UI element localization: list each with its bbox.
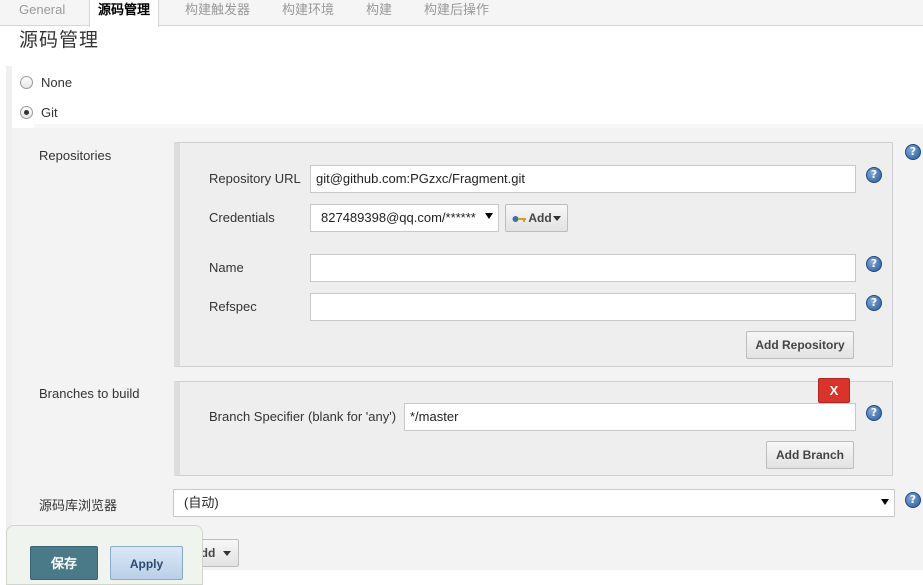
tab-general[interactable]: General (19, 0, 65, 26)
key-icon (512, 206, 527, 232)
refspec-input[interactable] (310, 293, 856, 321)
radio-git[interactable] (20, 105, 33, 119)
add-credentials-button[interactable]: Add (505, 204, 568, 232)
tab-build-environment[interactable]: 构建环境 (282, 0, 334, 26)
scm-option-git[interactable]: Git (20, 102, 58, 122)
help-icon[interactable]: ? (866, 295, 882, 311)
help-icon[interactable]: ? (866, 167, 882, 183)
repository-url-input[interactable]: git@github.com:PGzxc/Fragment.git (310, 165, 856, 193)
add-credentials-label: Add (528, 211, 552, 225)
help-icon[interactable]: ? (905, 492, 921, 508)
repositories-label: Repositories (39, 148, 112, 163)
radio-none[interactable] (20, 75, 33, 89)
apply-button[interactable]: Apply (110, 546, 183, 580)
repository-name-input[interactable] (310, 254, 856, 282)
name-label: Name (209, 260, 244, 275)
help-icon[interactable]: ? (866, 256, 882, 272)
config-tab-bar: General 源码管理 构建触发器 构建环境 构建 构建后操作 (0, 0, 923, 27)
credentials-select-value: 827489398@qq.com/****** (321, 210, 476, 225)
radio-git-label: Git (41, 104, 58, 120)
branch-specifier-input[interactable]: */master (404, 403, 856, 431)
radio-none-label: None (41, 74, 73, 90)
repository-browser-value: (自动) (184, 495, 219, 510)
help-icon[interactable]: ? (866, 405, 882, 421)
tab-post-build-actions[interactable]: 构建后操作 (424, 0, 489, 26)
add-branch-button[interactable]: Add Branch (766, 441, 854, 469)
repository-browser-label: 源码库浏览器 (39, 498, 118, 513)
tab-build[interactable]: 构建 (366, 0, 392, 26)
delete-branch-button[interactable]: X (818, 378, 850, 403)
caret-down-icon (223, 551, 232, 557)
repository-url-label: Repository URL (209, 171, 301, 186)
scm-option-none[interactable]: None (20, 72, 72, 92)
refspec-label: Refspec (209, 299, 257, 314)
chevron-down-icon (485, 213, 493, 219)
add-repository-button[interactable]: Add Repository (746, 331, 854, 359)
branch-specifier-label: Branch Specifier (blank for 'any') (209, 409, 397, 424)
tab-build-triggers[interactable]: 构建触发器 (185, 0, 250, 26)
branches-label: Branches to build (39, 386, 140, 401)
credentials-label: Credentials (209, 210, 275, 225)
repository-browser-select[interactable]: (自动) (173, 489, 895, 517)
save-button[interactable]: 保存 (30, 546, 98, 580)
credentials-select[interactable]: 827489398@qq.com/****** (310, 204, 499, 232)
section-title: 源码管理 (19, 29, 100, 51)
caret-down-icon (552, 216, 561, 222)
chevron-down-icon (881, 499, 889, 505)
help-icon[interactable]: ? (905, 144, 921, 160)
tab-source-code-management[interactable]: 源码管理 (89, 0, 160, 27)
